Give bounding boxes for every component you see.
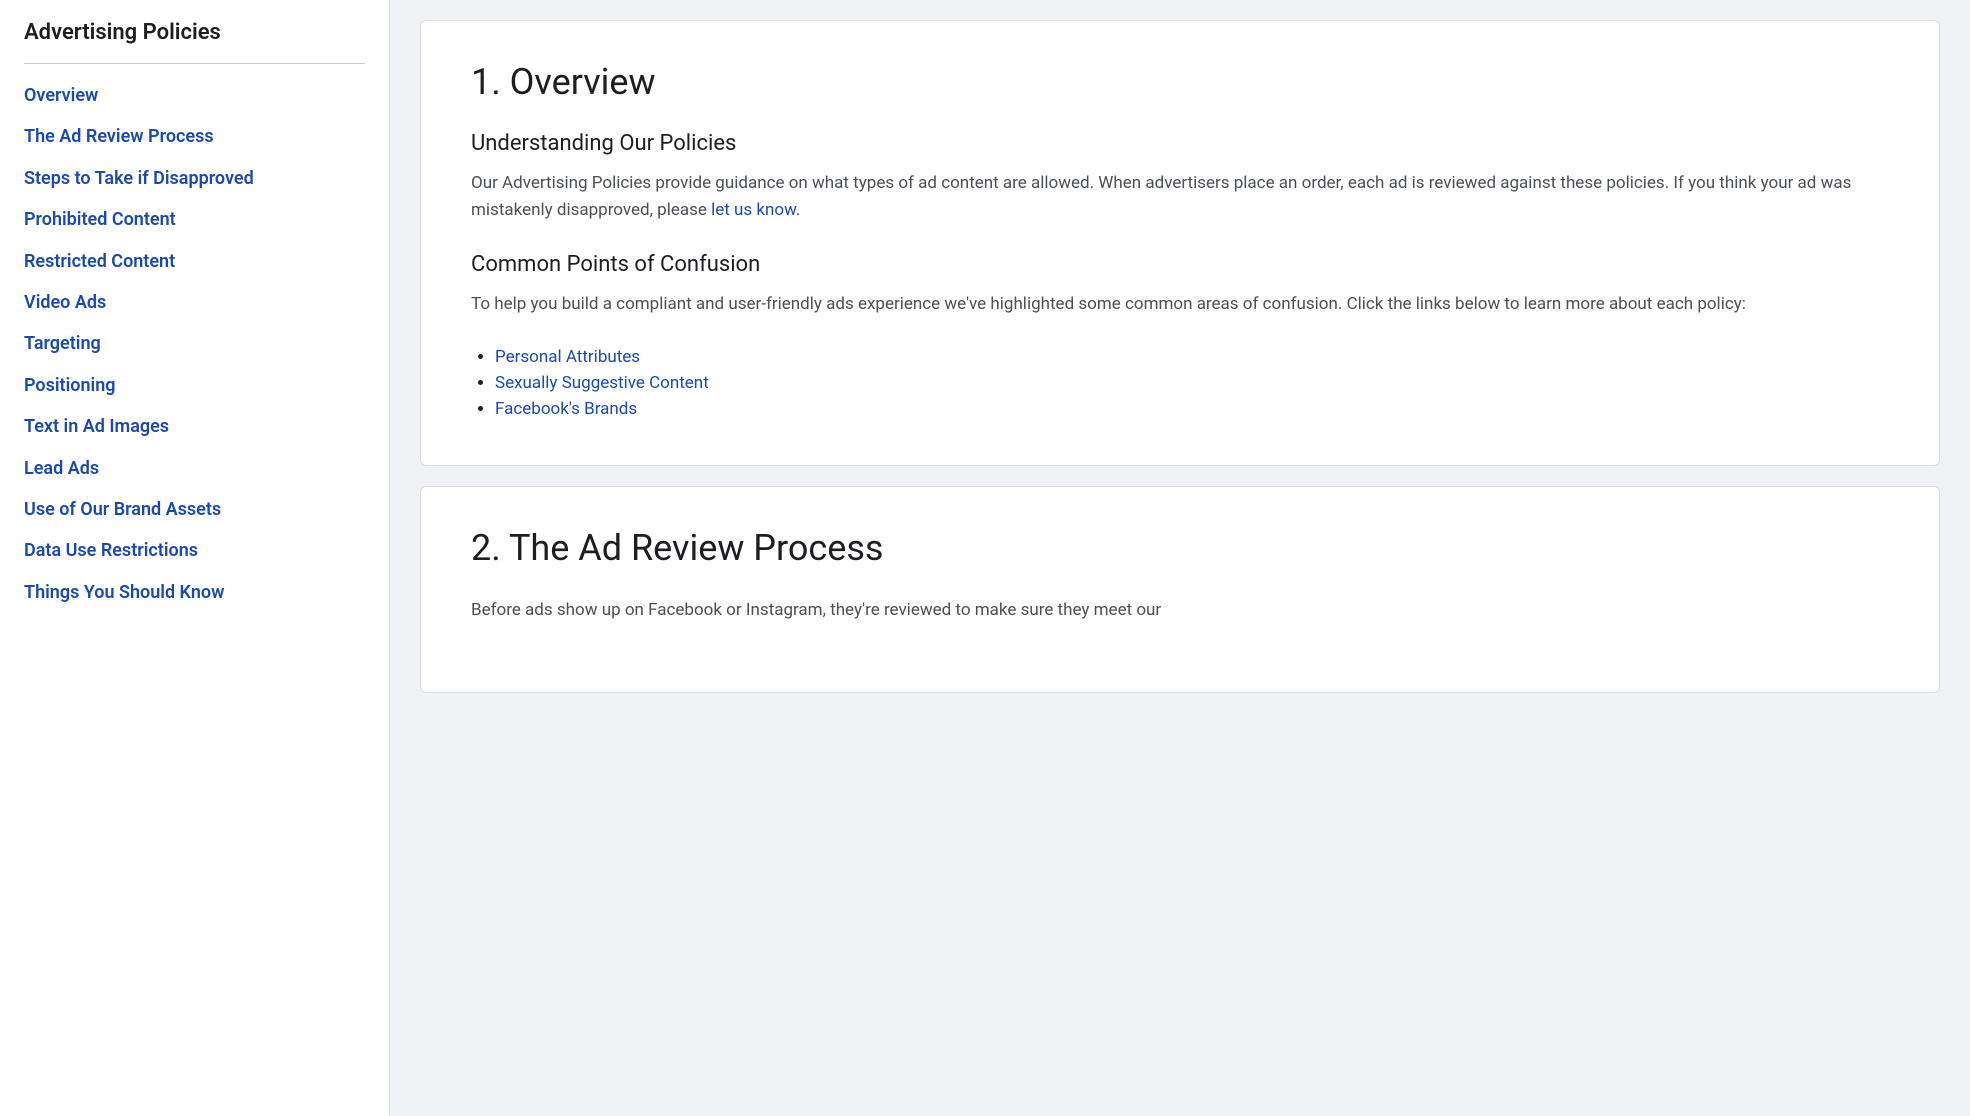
sidebar-nav-item: Video Ads xyxy=(24,285,365,320)
ad-review-body: Before ads show up on Facebook or Instag… xyxy=(471,597,1889,624)
sidebar-nav-link-lead-ads[interactable]: Lead Ads xyxy=(24,451,365,486)
subsection-understanding-title: Understanding Our Policies xyxy=(471,131,1889,156)
sidebar-nav-link-the-ad-review-process[interactable]: The Ad Review Process xyxy=(24,119,365,154)
sidebar-nav-link-steps-to-take-if-disapproved[interactable]: Steps to Take if Disapproved xyxy=(24,161,365,196)
sidebar-nav-link-targeting[interactable]: Targeting xyxy=(24,326,365,361)
section-ad-review: 2. The Ad Review Process Before ads show… xyxy=(420,486,1940,693)
sidebar-divider xyxy=(24,63,365,64)
sidebar-nav-link-text-in-ad-images[interactable]: Text in Ad Images xyxy=(24,409,365,444)
sexually-suggestive-link[interactable]: Sexually Suggestive Content xyxy=(495,373,709,393)
confusion-bullets: Personal Attributes Sexually Suggestive … xyxy=(471,347,1889,419)
section-overview: 1. Overview Understanding Our Policies O… xyxy=(420,20,1940,466)
sidebar-nav-link-overview[interactable]: Overview xyxy=(24,78,365,113)
sidebar-nav-link-prohibited-content[interactable]: Prohibited Content xyxy=(24,202,365,237)
bullet-sexually-suggestive: Sexually Suggestive Content xyxy=(495,373,1889,393)
confusion-intro: To help you build a compliant and user-f… xyxy=(471,291,1889,318)
sidebar-nav-item: Positioning xyxy=(24,368,365,403)
sidebar-nav: Overview The Ad Review Process Steps to Ta… xyxy=(24,78,365,610)
sidebar-nav-item: Steps to Take if Disapproved xyxy=(24,161,365,196)
understanding-body: Our Advertising Policies provide guidanc… xyxy=(471,170,1889,224)
sidebar: Advertising Policies Overview The Ad Revi… xyxy=(0,0,390,1116)
facebook-brands-link[interactable]: Facebook's Brands xyxy=(495,399,637,419)
sidebar-nav-link-data-use-restrictions[interactable]: Data Use Restrictions xyxy=(24,533,365,568)
sidebar-nav-item: The Ad Review Process xyxy=(24,119,365,154)
personal-attributes-link[interactable]: Personal Attributes xyxy=(495,347,640,367)
let-us-know-link[interactable]: let us know xyxy=(711,200,796,220)
sidebar-nav-link-restricted-content[interactable]: Restricted Content xyxy=(24,244,365,279)
sidebar-nav-item: Overview xyxy=(24,78,365,113)
bullet-personal-attributes: Personal Attributes xyxy=(495,347,1889,367)
sidebar-nav-link-things-you-should-know[interactable]: Things You Should Know xyxy=(24,575,365,610)
sidebar-nav-link-positioning[interactable]: Positioning xyxy=(24,368,365,403)
bullet-facebook-brands: Facebook's Brands xyxy=(495,399,1889,419)
sidebar-title: Advertising Policies xyxy=(24,20,365,45)
sidebar-nav-item: Data Use Restrictions xyxy=(24,533,365,568)
sidebar-nav-item: Use of Our Brand Assets xyxy=(24,492,365,527)
main-content: 1. Overview Understanding Our Policies O… xyxy=(390,0,1970,1116)
section-1-title: 1. Overview xyxy=(471,61,1889,103)
sidebar-nav-link-use-of-our-brand-assets[interactable]: Use of Our Brand Assets xyxy=(24,492,365,527)
sidebar-nav-item: Targeting xyxy=(24,326,365,361)
sidebar-nav-item: Things You Should Know xyxy=(24,575,365,610)
section-2-title: 2. The Ad Review Process xyxy=(471,527,1889,569)
sidebar-nav-item: Restricted Content xyxy=(24,244,365,279)
sidebar-nav-item: Lead Ads xyxy=(24,451,365,486)
sidebar-nav-link-video-ads[interactable]: Video Ads xyxy=(24,285,365,320)
sidebar-nav-item: Text in Ad Images xyxy=(24,409,365,444)
subsection-confusion-title: Common Points of Confusion xyxy=(471,252,1889,277)
sidebar-nav-item: Prohibited Content xyxy=(24,202,365,237)
